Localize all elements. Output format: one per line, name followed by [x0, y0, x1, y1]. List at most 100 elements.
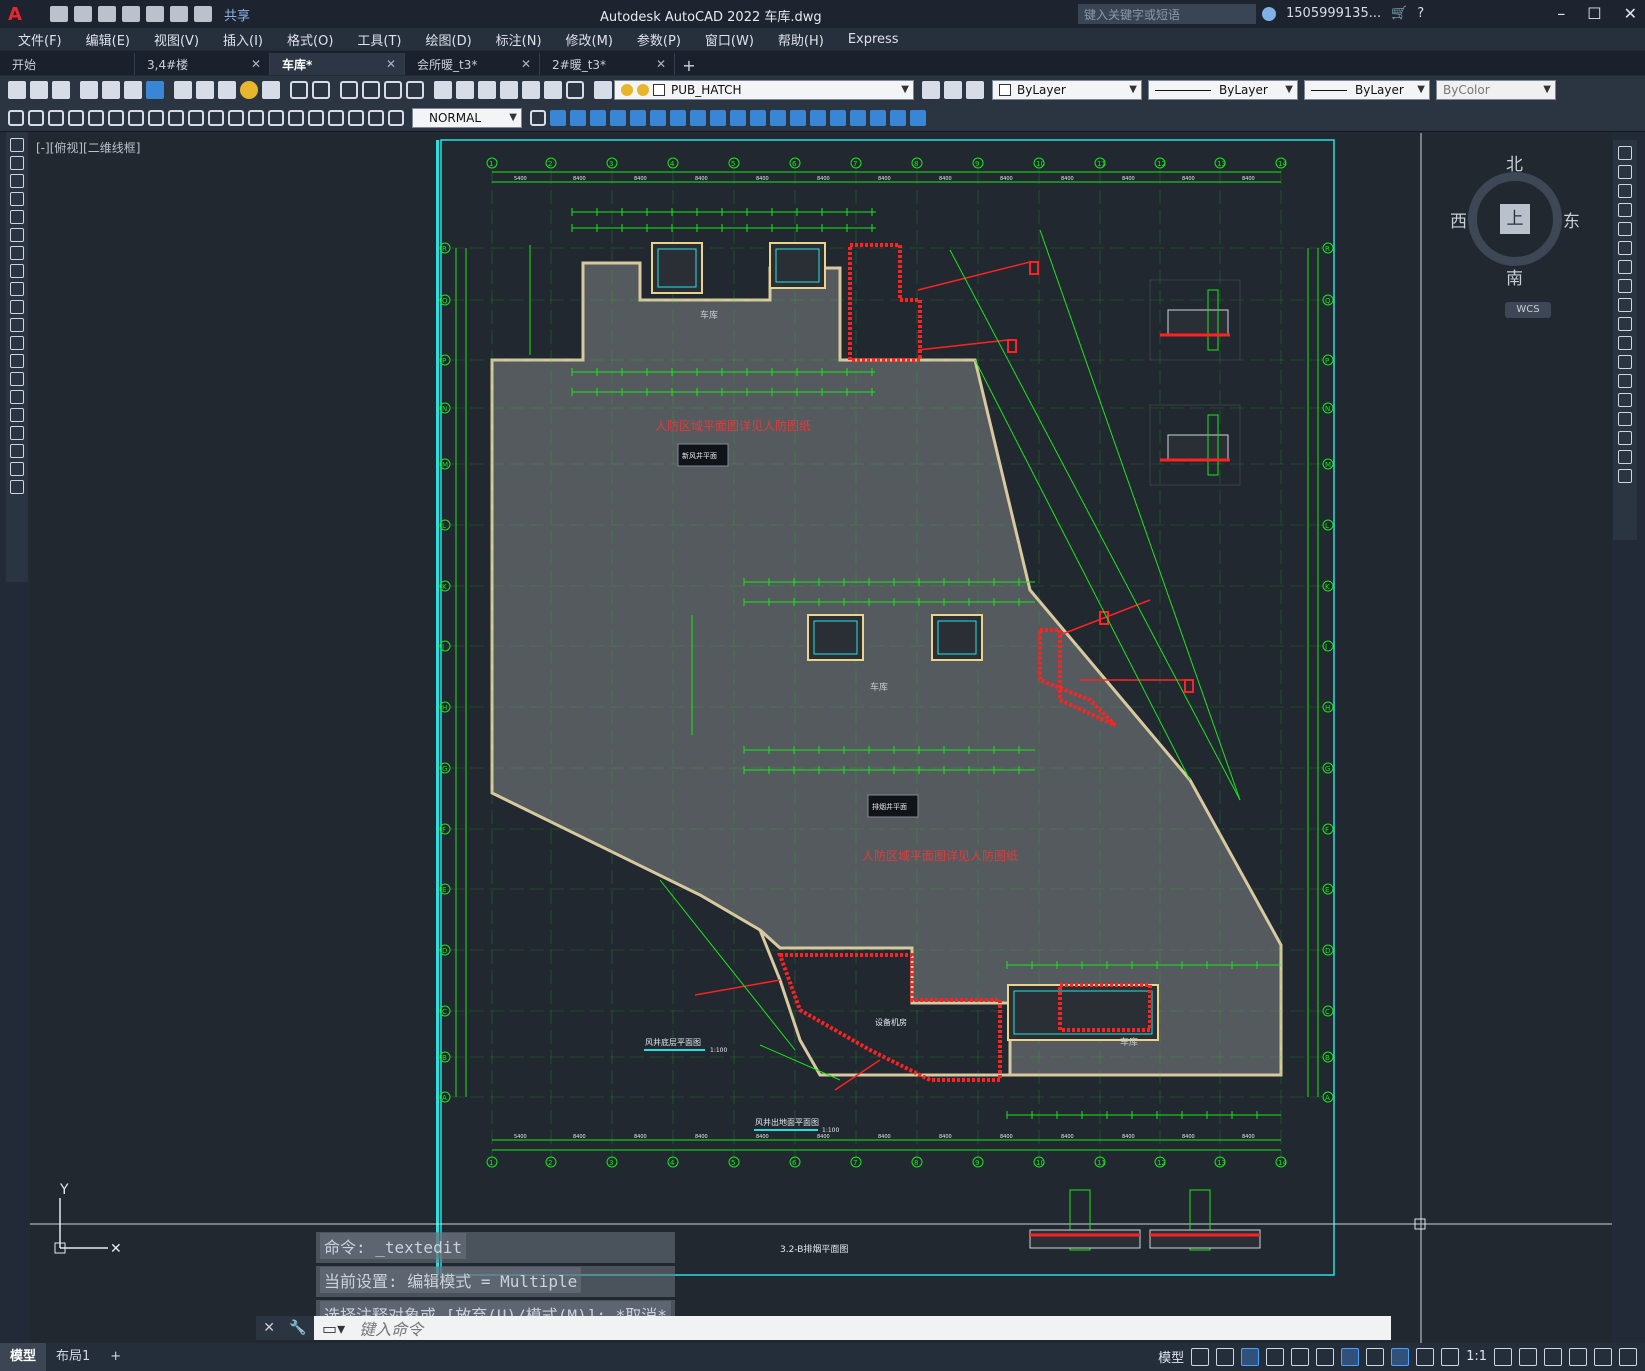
break-icon[interactable]: [1618, 374, 1632, 388]
plus-icon[interactable]: [1519, 1347, 1537, 1366]
dim-update-icon[interactable]: [388, 109, 404, 126]
chamfer-icon[interactable]: [1618, 412, 1632, 426]
menu-item-12[interactable]: Express: [836, 32, 911, 47]
save-as-icon[interactable]: [122, 6, 140, 22]
command-line[interactable]: ✕ 🔧 ▭▾ 键入命令: [256, 1316, 1391, 1340]
zoom-realtime-icon[interactable]: [362, 81, 380, 99]
snap-icon[interactable]: [1216, 1347, 1235, 1366]
hatch-icon[interactable]: [10, 390, 24, 404]
paste-icon[interactable]: [218, 81, 236, 99]
ordinate-icon[interactable]: [68, 109, 84, 126]
tolerance-icon[interactable]: [268, 109, 284, 126]
circle-icon[interactable]: [10, 246, 24, 260]
zoom-window-icon[interactable]: [384, 81, 402, 99]
close-tab-icon[interactable]: ✕: [386, 57, 396, 71]
markup-icon[interactable]: [522, 81, 540, 99]
open-icon[interactable]: [74, 6, 92, 22]
jogged-linear-icon[interactable]: [328, 109, 344, 126]
blue-cube-19-icon[interactable]: [910, 109, 926, 126]
wcs-menu[interactable]: WCS: [1505, 302, 1551, 318]
blue-cube-15-icon[interactable]: [830, 109, 846, 126]
design-center-icon[interactable]: [456, 81, 474, 99]
point-icon[interactable]: [10, 372, 24, 386]
menu-item-7[interactable]: 标注(N): [484, 30, 554, 49]
blue-cube-2-icon[interactable]: [570, 109, 586, 126]
move-icon[interactable]: [1618, 241, 1632, 255]
dim-edit-icon[interactable]: [348, 109, 364, 126]
tab-4[interactable]: 2#暖_t3* ✕: [540, 53, 675, 75]
blue-cube-17-icon[interactable]: [870, 109, 886, 126]
quick-dim-icon[interactable]: [168, 109, 184, 126]
help-icon[interactable]: ?: [1417, 6, 1424, 21]
lineweight-icon[interactable]: [1366, 1347, 1385, 1366]
hardware-acceleration-icon[interactable]: [1569, 1347, 1587, 1366]
annotation-scale-icon[interactable]: [1441, 1347, 1460, 1366]
compass-south[interactable]: 南: [1506, 264, 1523, 289]
undo-icon[interactable]: [170, 6, 188, 22]
blue-cube-6-icon[interactable]: [650, 109, 666, 126]
maximize-icon[interactable]: ☐: [1587, 4, 1601, 23]
blue-cube-14-icon[interactable]: [810, 109, 826, 126]
model-space-label[interactable]: 模型: [1158, 1347, 1184, 1366]
menu-item-11[interactable]: 帮助(H): [766, 30, 836, 49]
close-tab-icon[interactable]: ✕: [251, 57, 261, 71]
polygon-icon[interactable]: [10, 192, 24, 206]
user-name[interactable]: 1505999135...: [1286, 6, 1381, 21]
blend-icon[interactable]: [1618, 450, 1632, 464]
polyline-icon[interactable]: [10, 174, 24, 188]
compass-east[interactable]: 东: [1563, 207, 1580, 232]
spline-icon[interactable]: [10, 282, 24, 296]
compass-west[interactable]: 西: [1450, 207, 1467, 232]
tab-1[interactable]: 3,4#楼 ✕: [135, 53, 270, 75]
menu-item-3[interactable]: 插入(I): [211, 30, 275, 49]
command-prompt-icon[interactable]: ▭▾: [314, 1319, 345, 1338]
blue-cube-5-icon[interactable]: [630, 109, 646, 126]
zoom-previous-icon[interactable]: [406, 81, 424, 99]
preview-icon[interactable]: [102, 81, 120, 99]
save-icon[interactable]: [98, 6, 116, 22]
menu-item-9[interactable]: 参数(P): [625, 30, 693, 49]
sheet-set-icon[interactable]: [500, 81, 518, 99]
open-icon[interactable]: [30, 81, 48, 99]
make-block-icon[interactable]: [10, 354, 24, 368]
cart-icon[interactable]: 🛒: [1391, 6, 1407, 21]
erase-icon[interactable]: [1618, 146, 1632, 160]
blue-cube-1-icon[interactable]: [550, 109, 566, 126]
help-icon[interactable]: [566, 81, 584, 99]
dim-text-edit-icon[interactable]: [368, 109, 384, 126]
menu-item-2[interactable]: 视图(V): [142, 30, 211, 49]
ortho-icon[interactable]: [1241, 1347, 1260, 1366]
layer-dropdown[interactable]: PUB_HATCH ▼: [614, 80, 914, 100]
block-editor-icon[interactable]: [262, 81, 280, 99]
redo-icon[interactable]: [312, 81, 330, 99]
auto-scale-icon[interactable]: [1416, 1347, 1435, 1366]
inspect-icon[interactable]: [308, 109, 324, 126]
new-icon[interactable]: [8, 81, 26, 99]
match-properties-icon[interactable]: [240, 81, 258, 99]
command-input[interactable]: 键入命令: [345, 1316, 423, 1340]
publish-icon[interactable]: [124, 81, 142, 99]
app-menu-button[interactable]: A: [0, 0, 30, 28]
annotation-visibility-icon[interactable]: [1391, 1347, 1410, 1366]
calculator-icon[interactable]: [544, 81, 562, 99]
plot-icon[interactable]: [146, 6, 164, 22]
ellipse-arc-icon[interactable]: [10, 318, 24, 332]
layer-previous-icon[interactable]: [944, 81, 962, 99]
color-dropdown[interactable]: ByLayer ▼: [992, 80, 1142, 100]
save-icon[interactable]: [52, 81, 70, 99]
object-snap-icon[interactable]: [1341, 1347, 1360, 1366]
tab-3[interactable]: 会所暖_t3* ✕: [405, 53, 540, 75]
fillet-icon[interactable]: [1618, 431, 1632, 445]
properties-icon[interactable]: [434, 81, 452, 99]
dimstyle-dropdown[interactable]: NORMAL ▼: [412, 107, 522, 128]
annotation-scale-value[interactable]: 1:1: [1466, 1349, 1487, 1364]
revision-cloud-icon[interactable]: [10, 264, 24, 278]
blue-cube-11-icon[interactable]: [750, 109, 766, 126]
grid-icon[interactable]: [1191, 1347, 1210, 1366]
blue-cube-12-icon[interactable]: [770, 109, 786, 126]
close-tab-icon[interactable]: ✕: [521, 57, 531, 71]
break-icon[interactable]: [248, 109, 264, 126]
jogged-icon[interactable]: [108, 109, 124, 126]
tab-0[interactable]: 开始: [0, 53, 135, 75]
tool-palette-icon[interactable]: [478, 81, 496, 99]
